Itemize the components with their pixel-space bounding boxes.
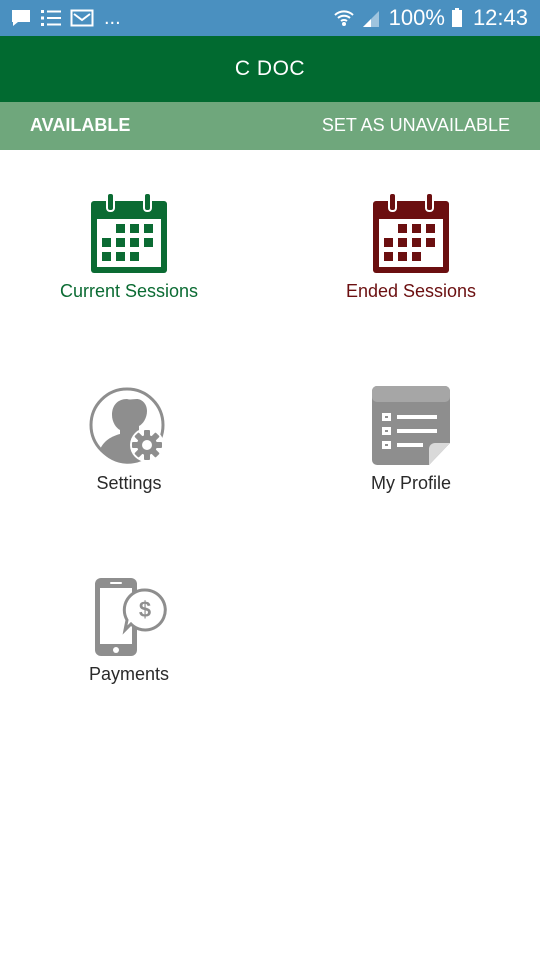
svg-text:$: $ <box>139 597 151 622</box>
list-icon <box>41 10 61 26</box>
user-settings-icon <box>89 387 165 464</box>
mobile-payment-icon: $ <box>95 578 167 656</box>
availability-bar: AVAILABLE SET AS UNAVAILABLE <box>0 102 540 150</box>
availability-status: AVAILABLE <box>30 115 131 135</box>
payments-tile[interactable]: $ Payments <box>29 576 229 685</box>
notification-overflow: ... <box>104 7 121 29</box>
current-sessions-tile[interactable]: Current Sessions <box>29 193 229 302</box>
settings-tile[interactable]: Settings <box>29 385 229 494</box>
wifi-icon <box>333 10 354 26</box>
payments-label: Payments <box>88 664 170 684</box>
calendar-icon <box>91 193 167 273</box>
current-sessions-label: Current Sessions <box>59 281 199 301</box>
status-bar: ... 100% 12:43 <box>0 0 540 36</box>
battery-icon <box>451 8 462 27</box>
settings-label: Settings <box>96 473 162 493</box>
profile-document-icon <box>372 386 450 465</box>
message-icon <box>12 10 30 26</box>
status-bar-system: 100% 12:43 <box>327 4 528 32</box>
app-title: C DOC <box>234 57 306 80</box>
battery-percent: 100% <box>388 5 445 30</box>
ended-sessions-tile[interactable]: Ended Sessions <box>311 193 511 302</box>
my-profile-tile[interactable]: My Profile <box>311 385 511 494</box>
signal-icon <box>362 11 379 27</box>
my-profile-label: My Profile <box>370 473 451 493</box>
clock: 12:43 <box>472 5 528 30</box>
set-unavailable-button[interactable]: SET AS UNAVAILABLE <box>322 115 510 136</box>
app-bar: C DOC <box>0 36 540 102</box>
calendar-icon <box>373 193 449 273</box>
ended-sessions-label: Ended Sessions <box>345 281 477 301</box>
mail-icon <box>70 9 94 27</box>
status-bar-notifications: ... <box>10 6 121 30</box>
